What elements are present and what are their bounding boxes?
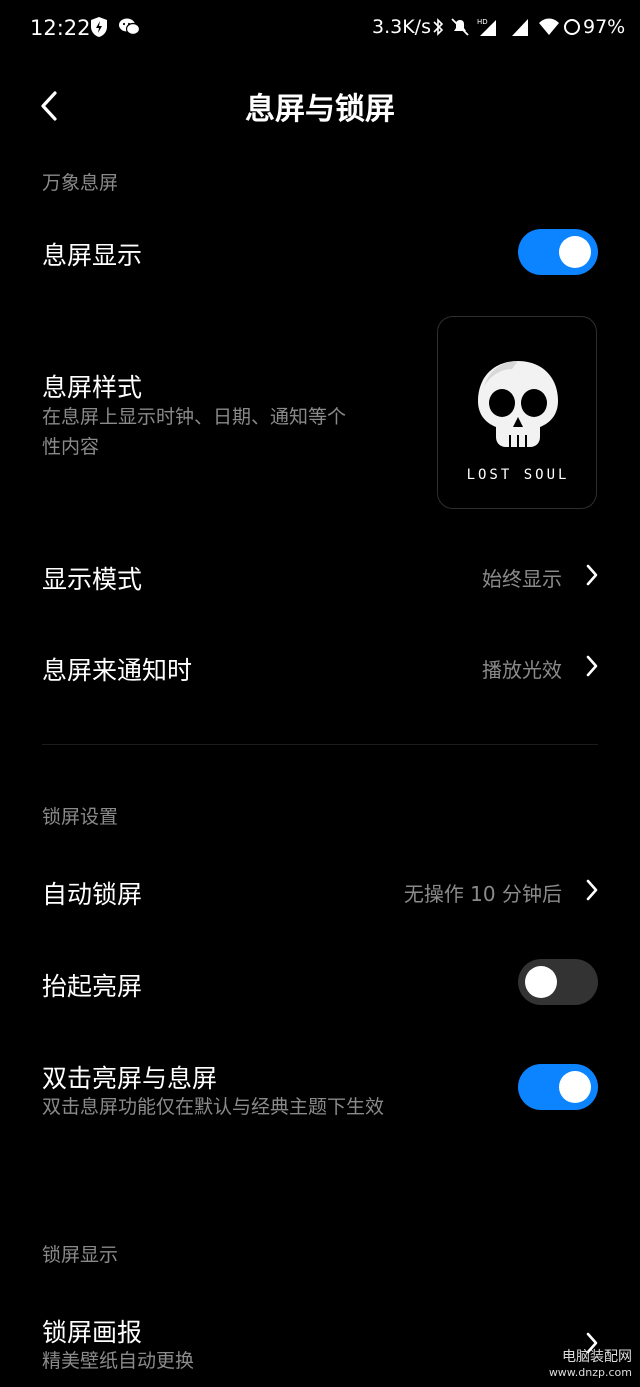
net-speed: 3.3K/s: [372, 16, 431, 38]
page-title: 息屏与锁屏: [245, 92, 395, 127]
chevron-right-icon: [586, 564, 598, 586]
row-value: 无操作 10 分钟后: [403, 882, 562, 906]
aod-display-toggle[interactable]: [518, 229, 598, 275]
row-title: 抬起亮屏: [42, 972, 143, 1001]
aod-style-preview[interactable]: LOST SOUL: [437, 316, 597, 509]
mute-icon: [451, 18, 469, 36]
double-tap-toggle[interactable]: [518, 1064, 598, 1110]
svg-text:HD: HD: [477, 18, 488, 26]
row-aod-notification[interactable]: 息屏来通知时 播放光效: [0, 632, 640, 702]
skull-icon: [478, 361, 558, 447]
row-title: 自动锁屏: [42, 880, 143, 909]
watermark-line1: 电脑装配网: [562, 1349, 632, 1365]
hd-signal-icon: HD: [477, 18, 496, 36]
row-title: 锁屏画报: [42, 1318, 143, 1347]
signal-icon: [512, 19, 528, 36]
watermark: 电脑装配网 www.dnzp.com: [549, 1349, 632, 1381]
row-title: 显示模式: [42, 565, 143, 594]
watermark-line2: www.dnzp.com: [548, 1366, 632, 1379]
wifi-icon: [539, 18, 559, 35]
status-bar: 12:22 3.3K/s HD 97%: [0, 0, 640, 58]
battery-icon: [564, 19, 580, 35]
row-subtitle-line2: 性内容: [42, 436, 100, 458]
section-label-lock: 锁屏设置: [42, 806, 119, 828]
row-title: 双击亮屏与息屏: [42, 1064, 218, 1093]
battery-percent: 97%: [583, 16, 626, 38]
bluetooth-icon: [433, 18, 444, 36]
preview-text: LOST SOUL: [466, 467, 570, 483]
row-subtitle-line1: 在息屏上显示时钟、日期、通知等个: [42, 406, 347, 428]
row-subtitle: 双击息屏功能仅在默认与经典主题下生效: [42, 1096, 385, 1118]
section-divider: [42, 744, 598, 745]
section-label-lock-display: 锁屏显示: [42, 1244, 119, 1266]
row-value: 播放光效: [482, 658, 562, 682]
row-subtitle: 精美壁纸自动更换: [42, 1350, 195, 1372]
row-title: 息屏显示: [42, 241, 143, 270]
row-title: 息屏样式: [42, 373, 143, 402]
row-display-mode[interactable]: 显示模式 始终显示: [0, 540, 640, 610]
chevron-right-icon: [586, 655, 598, 677]
status-time: 12:22: [30, 16, 91, 40]
row-double-tap[interactable]: 双击亮屏与息屏 双击息屏功能仅在默认与经典主题下生效: [0, 1044, 640, 1134]
wechat-icon: [119, 18, 140, 36]
row-aod-display[interactable]: 息屏显示: [0, 220, 640, 286]
row-title: 息屏来通知时: [42, 656, 193, 685]
row-auto-lock[interactable]: 自动锁屏 无操作 10 分钟后: [0, 856, 640, 926]
row-lock-wallpaper[interactable]: 锁屏画报 精美壁纸自动更换: [0, 1298, 640, 1387]
row-value: 始终显示: [482, 567, 562, 591]
shield-icon: [91, 17, 107, 37]
row-raise-to-wake[interactable]: 抬起亮屏: [0, 948, 640, 1018]
toggle-knob: [559, 236, 591, 268]
section-label-aod: 万象息屏: [42, 172, 119, 194]
toggle-knob: [525, 966, 557, 998]
toggle-knob: [559, 1071, 591, 1103]
chevron-right-icon: [586, 879, 598, 901]
raise-to-wake-toggle[interactable]: [518, 959, 598, 1005]
